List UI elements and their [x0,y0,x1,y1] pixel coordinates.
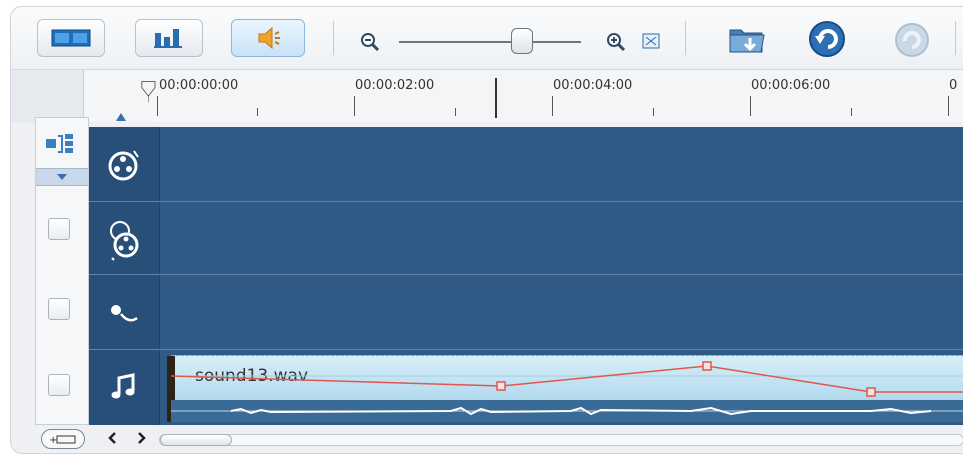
ruler-tick [455,108,456,116]
playhead-marker[interactable] [137,78,161,102]
toolbar [11,7,963,69]
undo-icon [809,21,845,57]
audio-view-button[interactable] [231,19,305,57]
ruler-tick [257,108,258,116]
ruler-label: 00:00:00:00 [159,78,239,93]
zoom-slider-track[interactable] [399,41,581,43]
svg-text:+: + [49,435,57,445]
redo-icon [895,23,929,57]
voice-track-checkbox[interactable] [48,298,70,320]
storyboard-view-button[interactable] [37,19,105,57]
volume-envelope[interactable] [171,356,963,400]
ruler-tick [750,96,751,116]
waveform-graphic [171,406,963,416]
zoom-in-icon [607,33,626,52]
track-options-column [35,117,89,425]
music-track-icon-cell [89,365,159,409]
fit-window-button[interactable] [641,31,661,51]
zoom-slider-thumb[interactable] [511,28,533,54]
ruler-tick [851,108,852,116]
track-up-arrow-icon[interactable] [115,112,127,122]
video-track-icon-cell [89,143,159,187]
voice-track[interactable] [89,275,963,350]
voice-track-icon-cell [89,291,159,335]
ruler-tick [653,108,654,116]
ruler-tick [948,96,949,116]
ruler-tick [354,96,355,116]
video-track[interactable] [89,127,963,202]
audio-clip[interactable]: sound13.wav [167,355,963,422]
overlay-track-icon-cell [89,215,159,265]
film-reel-overlay-icon [110,221,139,261]
track-manager-button[interactable] [44,130,78,158]
fit-window-icon [642,33,660,49]
overlay-track[interactable] [89,202,963,275]
ruler-label: 00:00:06:00 [751,78,831,93]
zoom-out-icon [361,33,380,52]
add-track-icon: + [49,435,76,445]
insert-media-button[interactable] [727,21,767,57]
film-reel-icon [108,150,139,181]
timeline-footer: + [11,425,963,453]
clip-waveform [171,400,963,422]
overlay-track-checkbox[interactable] [48,218,70,240]
track-manager-icon [46,134,73,153]
timeline-tracks[interactable]: sound13.wav [89,127,963,425]
ruler-label: 0 [949,78,958,93]
toolbar-separator [685,21,686,55]
timecode-ruler[interactable]: 00:00:00:00 00:00:02:00 00:00:04:00 00:0… [11,69,963,122]
filmstrip-icon [51,29,91,47]
timeline-view-button[interactable] [135,19,203,57]
ruler-label: 00:00:02:00 [355,78,435,93]
scroll-left-button[interactable] [107,430,117,449]
ruler-label: 00:00:04:00 [553,78,633,93]
scroll-right-button[interactable] [137,430,147,449]
undo-button[interactable] [807,19,847,59]
music-track-checkbox[interactable] [48,374,70,396]
chevron-left-icon [108,432,116,444]
scrollbar-thumb[interactable] [160,434,232,446]
chevron-down-icon [57,174,67,180]
timeline-icon [154,29,182,48]
music-note-icon [111,373,135,399]
timeline-scrollbar[interactable] [159,434,963,446]
ruler-tick [552,96,553,116]
toolbar-separator [333,21,334,55]
chevron-right-icon [138,432,146,444]
timeline-window: 00:00:00:00 00:00:02:00 00:00:04:00 00:0… [10,6,963,454]
microphone-icon [111,305,138,322]
zoom-in-button[interactable] [605,31,627,53]
zoom-out-button[interactable] [359,31,381,53]
folder-down-icon [729,29,765,53]
redo-button[interactable] [893,21,931,59]
speaker-icon [258,26,280,50]
ruler-corner [11,70,84,122]
toolbar-separator [955,21,956,55]
track-dropdown-button[interactable] [36,168,88,186]
preview-range-marker[interactable] [495,78,497,118]
add-track-button[interactable]: + [41,429,85,449]
